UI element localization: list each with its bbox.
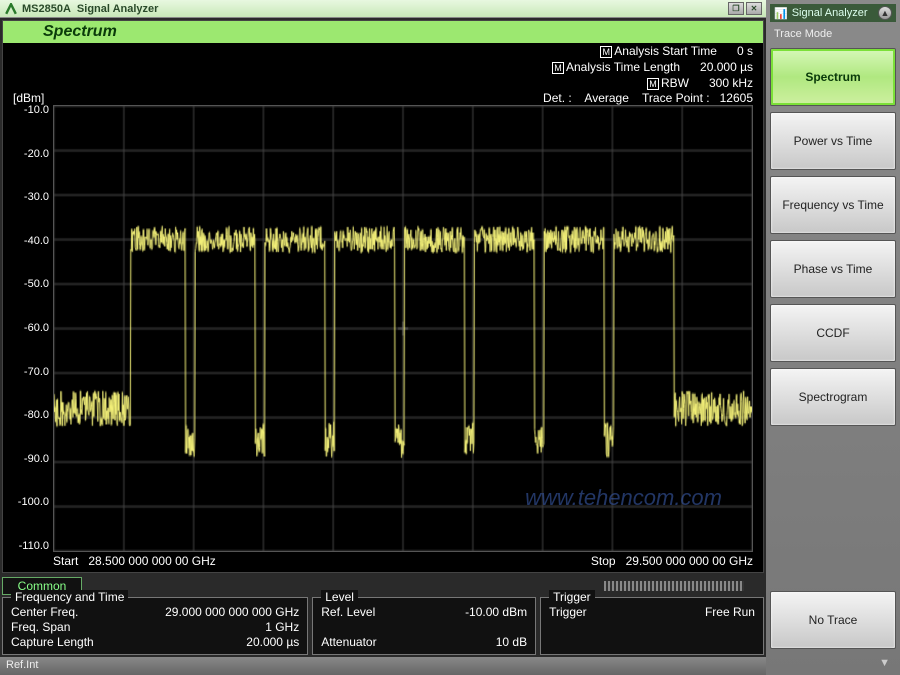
window-close-button[interactable]: ✕	[746, 2, 762, 15]
panel-trigger: Trigger TriggerFree Run	[540, 597, 764, 655]
ref-level-value: -10.00 dBm	[465, 605, 527, 619]
status-bar: Ref.Int	[0, 657, 766, 675]
rbw: MRBW300 kHz	[647, 76, 753, 90]
window-restore-button[interactable]: ❐	[728, 2, 744, 15]
sidebar-down-icon[interactable]: ▼	[770, 655, 896, 671]
sidebar: 📊 Signal Analyzer ▲ Trace Mode Spectrum P…	[766, 0, 900, 675]
sidebar-btn-no-trace[interactable]: No Trace	[770, 591, 896, 649]
y-unit-label: [dBm]	[13, 91, 44, 105]
capture-length-value: 20.000 µs	[246, 635, 299, 649]
freq-span-value: 1 GHz	[265, 620, 299, 634]
panel-level: Level Ref. Level-10.00 dBm Attenuator10 …	[312, 597, 536, 655]
spectrum-plot[interactable]: www.tehencom.com	[53, 105, 753, 552]
sidebar-btn-frequency-vs-time[interactable]: Frequency vs Time	[770, 176, 896, 234]
trigger-value: Free Run	[705, 605, 755, 619]
sidebar-title: 📊 Signal Analyzer ▲	[770, 4, 896, 22]
attenuator-value: 10 dB	[496, 635, 527, 649]
analysis-start-time: MAnalysis Start Time0 s	[600, 44, 753, 58]
panel-grip[interactable]	[604, 581, 744, 591]
sidebar-btn-power-vs-time[interactable]: Power vs Time	[770, 112, 896, 170]
x-stop: Stop 29.500 000 000 00 GHz	[591, 554, 753, 568]
sidebar-btn-ccdf[interactable]: CCDF	[770, 304, 896, 362]
sidebar-btn-phase-vs-time[interactable]: Phase vs Time	[770, 240, 896, 298]
title-bar: MS2850A Signal Analyzer ❐ ✕	[0, 0, 766, 18]
sidebar-btn-spectrum[interactable]: Spectrum	[770, 48, 896, 106]
x-start: Start 28.500 000 000 00 GHz	[53, 554, 216, 568]
sidebar-btn-spectrogram[interactable]: Spectrogram	[770, 368, 896, 426]
panel-title: Spectrum	[3, 21, 763, 43]
watermark: www.tehencom.com	[525, 485, 722, 511]
trace-area: Spectrum MAnalysis Start Time0 s MAnalys…	[2, 20, 764, 573]
y-axis-labels: -10.0-20.0-30.0-40.0-50.0-60.0-70.0-80.0…	[3, 105, 53, 552]
ref-status: Ref.Int	[6, 659, 38, 671]
sidebar-up-icon[interactable]: ▲	[878, 6, 892, 20]
center-freq-value: 29.000 000 000 000 GHz	[165, 605, 299, 619]
brand-mark-icon	[4, 2, 18, 16]
det-trace-point: Det. : Average Trace Point : 12605	[543, 91, 753, 105]
app-title: Signal Analyzer	[77, 3, 728, 15]
model-label: MS2850A	[22, 3, 71, 15]
sidebar-subtitle: Trace Mode	[770, 28, 896, 42]
panel-frequency-time: Frequency and Time Center Freq.29.000 00…	[2, 597, 308, 655]
sidebar-app-icon: 📊	[774, 7, 788, 20]
analysis-time-length: MAnalysis Time Length20.000 µs	[552, 60, 753, 74]
